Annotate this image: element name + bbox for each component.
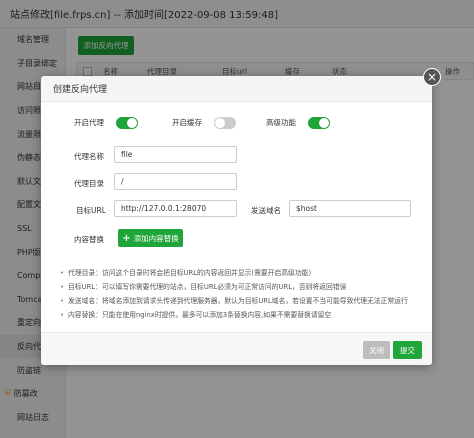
advanced-label: 高级功能 <box>266 118 296 127</box>
target-url-input[interactable]: http://127.0.0.1:28070 <box>114 200 237 217</box>
proxy-dir-label: 代理目录 <box>74 179 104 188</box>
toggle-knob <box>319 118 329 128</box>
tip-text: 发送域名：将域名添加到请求头传递到代理服务器，默认为目标URL域名，若设置不当可… <box>68 297 408 305</box>
tip-text: 目标URL：可以填写你需要代理的站点，目标URL必须为可正常访问的URL，否则将… <box>68 283 347 291</box>
tip-item: • 目标URL：可以填写你需要代理的站点，目标URL必须为可正常访问的URL，否则… <box>60 280 425 294</box>
advanced-toggle[interactable] <box>308 117 330 129</box>
tip-item: • 内容替换：只能在使用nginx时提供，最多可以添加3条替换内容,如果不需要替换… <box>60 308 425 322</box>
enable-cache-toggle[interactable] <box>214 117 236 129</box>
proxy-name-input[interactable]: file <box>114 146 237 163</box>
help-tips: • 代理目录：访问这个目录时将会把目标URL的内容返回并显示(需要开启高级功能) … <box>60 266 425 322</box>
close-icon[interactable]: × <box>423 68 441 86</box>
enable-cache-label: 开启缓存 <box>172 118 202 127</box>
add-content-replace-button[interactable]: + 添加内容替换 <box>118 229 183 247</box>
proxy-name-label: 代理名称 <box>74 152 104 161</box>
bullet-icon: • <box>60 283 65 291</box>
plus-icon: + <box>122 232 131 244</box>
target-url-label: 目标URL <box>76 206 106 215</box>
proxy-dir-input[interactable]: / <box>114 173 237 190</box>
dialog-title: 创建反向代理 <box>41 76 432 102</box>
dialog-footer: 关闭 提交 <box>41 332 432 365</box>
close-button[interactable]: 关闭 <box>363 341 390 359</box>
send-domain-input[interactable]: $host <box>289 200 411 217</box>
content-replace-label: 内容替换 <box>74 235 104 244</box>
toggle-knob <box>215 118 225 128</box>
enable-proxy-toggle[interactable] <box>116 117 138 129</box>
create-reverse-proxy-dialog: 创建反向代理 开启代理 开启缓存 高级功能 代理名称 file 代理目录 / 目… <box>41 76 432 365</box>
enable-proxy-label: 开启代理 <box>74 118 104 127</box>
send-domain-label: 发送域名 <box>251 206 281 215</box>
tip-item: • 代理目录：访问这个目录时将会把目标URL的内容返回并显示(需要开启高级功能) <box>60 266 425 280</box>
tip-item: • 发送域名：将域名添加到请求头传递到代理服务器，默认为目标URL域名，若设置不当… <box>60 294 425 308</box>
tip-text: 代理目录：访问这个目录时将会把目标URL的内容返回并显示(需要开启高级功能) <box>68 269 312 277</box>
bullet-icon: • <box>60 269 65 277</box>
tip-text: 内容替换：只能在使用nginx时提供，最多可以添加3条替换内容,如果不需要替换请… <box>68 311 332 319</box>
bullet-icon: • <box>60 311 65 319</box>
bullet-icon: • <box>60 297 65 305</box>
submit-button[interactable]: 提交 <box>393 341 422 359</box>
add-content-replace-label: 添加内容替换 <box>133 233 179 243</box>
toggle-knob <box>127 118 137 128</box>
